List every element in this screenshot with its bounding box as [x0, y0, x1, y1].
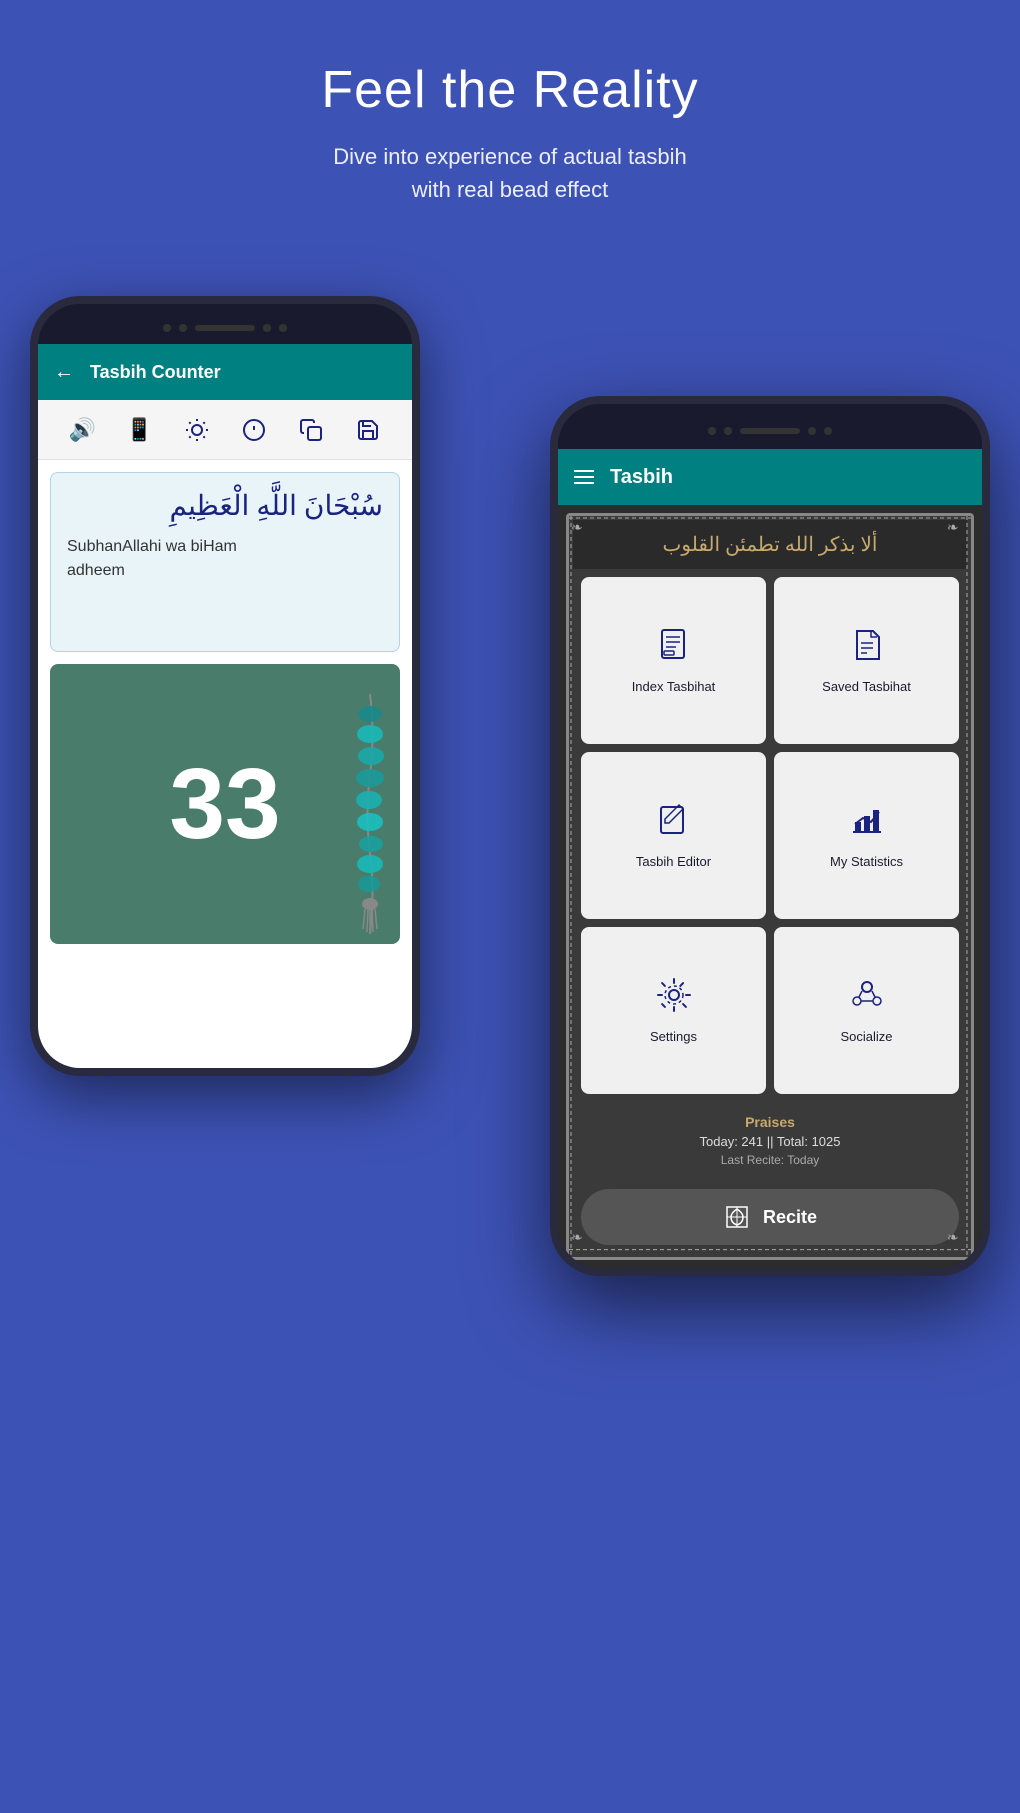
hamburger-icon[interactable] [574, 470, 594, 484]
notch-dot-4 [279, 324, 287, 332]
tasbih-editor-icon [656, 802, 692, 846]
recite-label: Recite [763, 1207, 817, 1228]
notch-speaker [195, 325, 255, 331]
notch-dot-3 [263, 324, 271, 332]
beads-decoration [335, 684, 405, 944]
menu-item-tasbih-editor[interactable]: Tasbih Editor [581, 752, 766, 919]
back-arrow-icon[interactable]: ← [54, 361, 74, 384]
settings-label: Settings [650, 1029, 697, 1044]
arabic-header-banner: ألا بذكر الله تطمئن القلوب [573, 520, 967, 569]
front-phone-notch [558, 404, 982, 449]
menu-item-saved-tasbihat[interactable]: Saved Tasbihat [774, 577, 959, 744]
back-phone-icons: 🔊 📱 [38, 400, 412, 460]
stats-praises-label: Praises [585, 1114, 955, 1130]
stats-values: Today: 241 || Total: 1025 [585, 1134, 955, 1149]
front-notch-dot-4 [824, 427, 832, 435]
socialize-icon [849, 977, 885, 1021]
back-phone-content: ← Tasbih Counter 🔊 📱 [38, 344, 412, 1068]
copy-icon[interactable] [291, 410, 331, 450]
tasbih-editor-label: Tasbih Editor [636, 854, 711, 869]
vibrate-icon[interactable]: 📱 [120, 410, 160, 450]
stats-last-recite: Last Recite: Today [585, 1153, 955, 1167]
volume-icon[interactable]: 🔊 [63, 410, 103, 450]
socialize-label: Socialize [840, 1029, 892, 1044]
my-statistics-label: My Statistics [830, 854, 903, 869]
front-phone: Tasbih ❧ ❧ ❧ ❧ [550, 396, 990, 1276]
transliteration-text: SubhanAllahi wa biHamadheem [67, 535, 383, 583]
stats-footer: Praises Today: 241 || Total: 1025 Last R… [573, 1102, 967, 1179]
front-notch-speaker [740, 428, 800, 434]
header-section: Feel the Reality Dive into experience of… [0, 0, 1020, 236]
info-icon[interactable] [234, 410, 274, 450]
notch-dot-2 [179, 324, 187, 332]
frame-inner: ألا بذكر الله تطمئن القلوب [569, 516, 971, 1257]
settings-icon [656, 977, 692, 1021]
front-notch-dot-1 [708, 427, 716, 435]
back-phone-toolbar: ← Tasbih Counter [38, 344, 412, 400]
menu-grid: Index Tasbihat [573, 569, 967, 1102]
notch-dot-1 [163, 324, 171, 332]
arabic-text: سُبْحَانَ اللَّهِ الْعَظِيمِ [67, 489, 383, 523]
front-phone-content: Tasbih ❧ ❧ ❧ ❧ [558, 449, 982, 1268]
decorative-frame: ❧ ❧ ❧ ❧ ألا بذكر الله تطمئن القلوب [566, 513, 974, 1260]
menu-item-index-tasbihat[interactable]: Index Tasbihat [581, 577, 766, 744]
quran-icon [723, 1203, 751, 1231]
save-icon[interactable] [348, 410, 388, 450]
brightness-icon[interactable] [177, 410, 217, 450]
front-notch-dot-3 [808, 427, 816, 435]
recite-button[interactable]: Recite [581, 1189, 959, 1245]
menu-item-settings[interactable]: Settings [581, 927, 766, 1094]
back-phone-toolbar-title: Tasbih Counter [90, 362, 221, 383]
page-subtitle: Dive into experience of actual tasbih wi… [0, 140, 1020, 206]
saved-tasbihat-icon [849, 627, 885, 671]
front-toolbar-title: Tasbih [610, 466, 673, 489]
front-notch-dot-2 [724, 427, 732, 435]
page-title: Feel the Reality [0, 60, 1020, 120]
back-phone: ← Tasbih Counter 🔊 📱 [30, 296, 420, 1076]
front-toolbar: Tasbih [558, 449, 982, 505]
menu-item-my-statistics[interactable]: My Statistics [774, 752, 959, 919]
counter-number: 33 [169, 747, 280, 862]
back-phone-notch [38, 304, 412, 344]
saved-tasbihat-label: Saved Tasbihat [822, 679, 911, 694]
counter-area: 33 [50, 664, 400, 944]
index-tasbihat-label: Index Tasbihat [632, 679, 716, 694]
arabic-text-card: سُبْحَانَ اللَّهِ الْعَظِيمِ SubhanAllah… [50, 472, 400, 652]
my-statistics-icon [849, 802, 885, 846]
menu-item-socialize[interactable]: Socialize [774, 927, 959, 1094]
phones-container: ← Tasbih Counter 🔊 📱 [0, 256, 1020, 1636]
index-tasbihat-icon [656, 627, 692, 671]
